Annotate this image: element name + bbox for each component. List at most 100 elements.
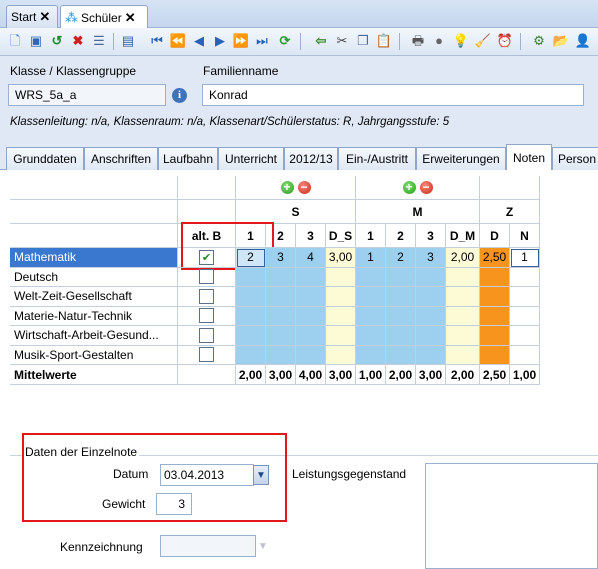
grade-cell-s3[interactable] xyxy=(296,287,326,307)
refresh-icon[interactable]: ⟳ xyxy=(276,32,294,50)
add-grade-m-icon[interactable]: + xyxy=(402,181,416,194)
user-icon[interactable]: 👤 xyxy=(574,32,592,50)
grade-cell-m2[interactable] xyxy=(386,345,416,365)
broom-icon[interactable]: 🧹 xyxy=(474,32,492,50)
grade-cell-m3[interactable]: 3 xyxy=(416,248,446,268)
properties-icon[interactable]: ▤ xyxy=(119,32,137,50)
cut-icon[interactable]: ✂ xyxy=(333,32,351,50)
alt-b-checkbox[interactable] xyxy=(199,288,214,304)
grade-cell-d-s[interactable] xyxy=(326,267,356,287)
alt-b-checkbox[interactable] xyxy=(199,269,214,285)
grade-cell-z-d[interactable] xyxy=(480,287,510,307)
alt-b-checkbox[interactable] xyxy=(199,347,214,363)
grade-cell-z-d[interactable] xyxy=(480,345,510,365)
grade-cell-m3[interactable] xyxy=(416,267,446,287)
next-page-icon[interactable]: ⏩ xyxy=(232,32,250,50)
grade-cell-m1[interactable] xyxy=(356,306,386,326)
grade-cell-z-n[interactable] xyxy=(510,345,540,365)
alt-b-checkbox[interactable] xyxy=(199,327,214,343)
subject-cell[interactable]: Musik-Sport-Gestalten xyxy=(10,345,178,365)
tab-laufbahn[interactable]: Laufbahn xyxy=(158,147,218,170)
close-icon[interactable]: ✕ xyxy=(39,10,50,23)
gewicht-field[interactable]: 3 xyxy=(156,493,192,515)
grade-cell-d-s[interactable] xyxy=(326,287,356,307)
previous-page-icon[interactable]: ⏪ xyxy=(169,32,187,50)
grade-cell-s3[interactable]: 4 xyxy=(296,248,326,268)
grade-cell-s3[interactable] xyxy=(296,345,326,365)
grade-cell-s3[interactable] xyxy=(296,306,326,326)
grade-cell-m3[interactable] xyxy=(416,345,446,365)
kennzeichnung-field[interactable] xyxy=(160,535,256,557)
grade-cell-s1[interactable] xyxy=(236,306,266,326)
alt-b-checkbox[interactable] xyxy=(199,308,214,324)
settings-icon[interactable]: ⚙ xyxy=(530,32,548,50)
grade-cell-m2[interactable]: 2 xyxy=(386,248,416,268)
grade-cell-s1[interactable] xyxy=(236,345,266,365)
chevron-down-icon[interactable]: ▼ xyxy=(255,536,271,556)
grade-cell-d-s[interactable] xyxy=(326,326,356,346)
tab-ein-austritt[interactable]: Ein-/Austritt xyxy=(338,147,416,170)
tab-grunddaten[interactable]: Grunddaten xyxy=(6,147,84,170)
tab-schueler[interactable]: ⁂ Schüler ✕ xyxy=(60,5,148,29)
subject-cell[interactable]: Mathematik xyxy=(10,248,178,268)
grade-cell-m1[interactable] xyxy=(356,326,386,346)
add-grade-s-icon[interactable]: + xyxy=(280,181,294,194)
subject-cell[interactable]: Materie-Natur-Technik xyxy=(10,306,178,326)
grade-cell-s1[interactable] xyxy=(236,267,266,287)
previous-record-icon[interactable]: ◀ xyxy=(190,32,208,50)
grade-cell-d-m[interactable] xyxy=(446,345,480,365)
close-icon[interactable]: ✕ xyxy=(125,11,136,24)
grade-cell-z-n[interactable] xyxy=(510,326,540,346)
tab-person[interactable]: Person xyxy=(552,147,598,170)
first-record-icon[interactable]: ⏮ xyxy=(148,32,166,50)
familienname-field[interactable]: Konrad xyxy=(202,84,584,106)
grade-cell-s2[interactable] xyxy=(266,306,296,326)
tab-unterricht[interactable]: Unterricht xyxy=(218,147,284,170)
subject-cell[interactable]: Wirtschaft-Arbeit-Gesund... xyxy=(10,326,178,346)
grade-cell-s1[interactable] xyxy=(236,287,266,307)
copy-icon[interactable]: ❐ xyxy=(354,32,372,50)
grade-cell-d-m[interactable] xyxy=(446,326,480,346)
grade-cell-s1[interactable] xyxy=(236,326,266,346)
klasse-field[interactable]: WRS_5a_a xyxy=(8,84,166,106)
grade-cell-d-m[interactable]: 2,00 xyxy=(446,248,480,268)
grade-cell-s2[interactable] xyxy=(266,287,296,307)
grade-cell-m2[interactable] xyxy=(386,287,416,307)
cd-icon[interactable]: ● xyxy=(430,32,448,50)
grade-cell-z-d[interactable]: 2,50 xyxy=(480,248,510,268)
list-icon[interactable]: ☰ xyxy=(90,32,108,50)
subject-cell[interactable]: Welt-Zeit-Gesellschaft xyxy=(10,287,178,307)
new-icon[interactable]: 🗋 xyxy=(6,32,24,50)
grade-cell-d-m[interactable] xyxy=(446,287,480,307)
grade-cell-m2[interactable] xyxy=(386,326,416,346)
datum-field[interactable]: 03.04.2013 xyxy=(160,464,254,486)
subject-cell[interactable]: Deutsch xyxy=(10,267,178,287)
remove-grade-m-icon[interactable]: − xyxy=(419,181,433,194)
grade-cell-d-m[interactable] xyxy=(446,267,480,287)
grade-cell-z-n[interactable]: 1 xyxy=(510,248,540,268)
back-arrow-icon[interactable]: ⇦ xyxy=(312,32,330,50)
tab-noten[interactable]: Noten xyxy=(506,144,552,171)
save-icon[interactable]: ▣ xyxy=(27,32,45,50)
delete-icon[interactable]: ✖ xyxy=(69,32,87,50)
grade-cell-d-s[interactable]: 3,00 xyxy=(326,248,356,268)
tab-start[interactable]: Start ✕ xyxy=(6,5,58,28)
grade-cell-s3[interactable] xyxy=(296,267,326,287)
grade-cell-m3[interactable] xyxy=(416,306,446,326)
grade-cell-m3[interactable] xyxy=(416,326,446,346)
grade-cell-z-n[interactable] xyxy=(510,287,540,307)
last-record-icon[interactable]: ⏭ xyxy=(253,32,271,50)
grade-cell-m2[interactable] xyxy=(386,267,416,287)
tab-anschriften[interactable]: Anschriften xyxy=(84,147,158,170)
tab-schuljahr[interactable]: 2012/13 xyxy=(284,147,338,170)
grade-cell-s3[interactable] xyxy=(296,326,326,346)
grade-cell-m1[interactable] xyxy=(356,345,386,365)
next-record-icon[interactable]: ▶ xyxy=(211,32,229,50)
grade-cell-s2[interactable]: 3 xyxy=(266,248,296,268)
grade-cell-s2[interactable] xyxy=(266,267,296,287)
grade-cell-m1[interactable] xyxy=(356,287,386,307)
grade-cell-d-s[interactable] xyxy=(326,345,356,365)
grade-cell-s2[interactable] xyxy=(266,345,296,365)
grade-cell-z-d[interactable] xyxy=(480,306,510,326)
lightbulb-icon[interactable]: 💡 xyxy=(452,32,470,50)
